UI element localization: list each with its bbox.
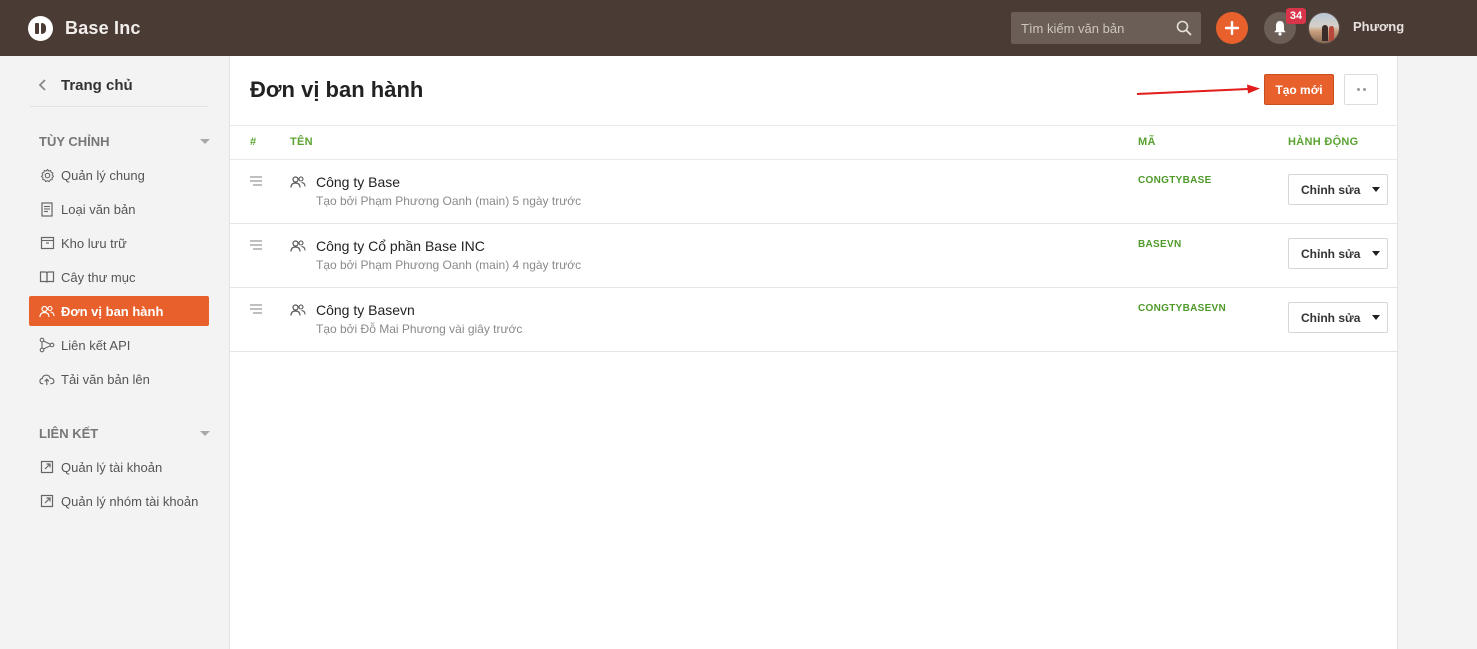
sidebar-item-label: Đơn vị ban hành xyxy=(61,303,164,319)
unit-code: CONGTYBASEVN xyxy=(1138,303,1227,314)
section-title: TÙY CHỈNH xyxy=(39,134,110,149)
main-panel: Đơn vị ban hành Tạo mới # TÊN MÃ HÀNH ĐỘ… xyxy=(230,56,1398,649)
edit-dropdown-button[interactable]: Chỉnh sửa xyxy=(1288,302,1388,333)
drag-handle-icon[interactable] xyxy=(249,304,263,314)
unit-meta: Tạo bởi Đỗ Mai Phương vài giây trước xyxy=(316,322,523,336)
avatar[interactable] xyxy=(1308,12,1340,44)
top-bar: Base Inc 34 Phương xyxy=(0,0,1477,56)
sidebar-item-label: Cây thư mục xyxy=(61,269,136,285)
search-box xyxy=(1011,12,1201,44)
document-icon xyxy=(39,201,55,217)
sidebar-item-label: Quản lý chung xyxy=(61,167,145,183)
unit-code: CONGTYBASE xyxy=(1138,175,1212,186)
sidebar-item-upload[interactable]: Tải văn bản lên xyxy=(29,364,209,394)
sidebar-item-manage-accounts[interactable]: Quản lý tài khoản xyxy=(29,452,209,482)
sidebar-item-label: Loại văn bản xyxy=(61,201,136,217)
brand-name: Base Inc xyxy=(65,17,141,38)
sidebar-item-label: Quản lý tài khoản xyxy=(61,459,163,475)
sidebar-item-label: Kho lưu trữ xyxy=(61,235,127,251)
drag-handle-icon[interactable] xyxy=(249,240,263,250)
plus-icon xyxy=(1225,21,1239,35)
caret-down-icon xyxy=(1372,187,1381,192)
users-icon xyxy=(290,176,306,188)
sidebar: Trang chủ TÙY CHỈNH Quản lý chung Loại v… xyxy=(0,56,230,649)
search-input[interactable] xyxy=(1011,20,1169,36)
create-new-button[interactable]: Tạo mới xyxy=(1264,74,1334,105)
external-link-icon xyxy=(39,459,55,475)
caret-down-icon xyxy=(200,139,210,144)
sidebar-item-label: Quản lý nhóm tài khoản xyxy=(61,493,199,509)
drag-handle-icon[interactable] xyxy=(249,176,263,186)
edit-label: Chỉnh sửa xyxy=(1301,182,1361,197)
unit-name[interactable]: Công ty Basevn xyxy=(316,302,415,318)
search-icon[interactable] xyxy=(1176,20,1192,36)
users-icon xyxy=(290,304,306,316)
unit-name[interactable]: Công ty Base xyxy=(316,174,400,190)
book-icon xyxy=(39,269,55,285)
unit-meta: Tạo bởi Phạm Phương Oanh (main) 5 ngày t… xyxy=(316,194,582,208)
sidebar-item-general-settings[interactable]: Quản lý chung xyxy=(29,160,209,190)
sidebar-item-archive[interactable]: Kho lưu trữ xyxy=(29,228,209,258)
edit-dropdown-button[interactable]: Chỉnh sửa xyxy=(1288,174,1388,205)
sidebar-item-api-link[interactable]: Liên kết API xyxy=(29,330,209,360)
more-dots-icon xyxy=(1356,88,1360,91)
edit-label: Chỉnh sửa xyxy=(1301,310,1361,325)
page-title: Đơn vị ban hành xyxy=(250,77,424,102)
base-logo-icon xyxy=(28,15,53,41)
user-name[interactable]: Phương xyxy=(1353,19,1404,34)
caret-down-icon xyxy=(200,431,210,436)
sidebar-item-label: Liên kết API xyxy=(61,337,131,353)
section-title: LIÊN KẾT xyxy=(39,426,99,441)
more-options-button[interactable] xyxy=(1344,74,1378,105)
table-row[interactable]: Công ty Base Tạo bởi Phạm Phương Oanh (m… xyxy=(230,160,1398,224)
section-customize[interactable]: TÙY CHỈNH xyxy=(39,134,211,149)
cloud-upload-icon xyxy=(39,371,55,387)
table-row[interactable]: Công ty Cổ phần Base INC Tạo bởi Phạm Ph… xyxy=(230,224,1398,288)
caret-down-icon xyxy=(1372,251,1381,256)
bell-icon xyxy=(1274,21,1286,36)
annotation-arrow xyxy=(1136,84,1260,95)
column-header-index: # xyxy=(250,136,257,148)
column-header-code[interactable]: MÃ xyxy=(1138,136,1156,148)
sidebar-item-document-types[interactable]: Loại văn bản xyxy=(29,194,209,224)
notification-badge: 34 xyxy=(1286,8,1306,24)
external-link-icon xyxy=(39,493,55,509)
back-to-home[interactable]: Trang chủ xyxy=(30,74,208,107)
users-icon xyxy=(290,240,306,252)
archive-icon xyxy=(39,235,55,251)
sidebar-item-issuing-units[interactable]: Đơn vị ban hành xyxy=(29,296,209,326)
gear-icon xyxy=(39,167,55,183)
edit-label: Chỉnh sửa xyxy=(1301,246,1361,261)
quick-add-button[interactable] xyxy=(1216,12,1248,44)
caret-down-icon xyxy=(1372,315,1381,320)
users-icon xyxy=(39,303,55,319)
unit-name[interactable]: Công ty Cổ phần Base INC xyxy=(316,238,485,254)
chevron-left-icon xyxy=(38,79,46,91)
table-header: # TÊN MÃ HÀNH ĐỘNG xyxy=(230,125,1398,160)
unit-meta: Tạo bởi Phạm Phương Oanh (main) 4 ngày t… xyxy=(316,258,582,272)
section-links[interactable]: LIÊN KẾT xyxy=(39,426,211,441)
edit-dropdown-button[interactable]: Chỉnh sửa xyxy=(1288,238,1388,269)
table-row[interactable]: Công ty Basevn Tạo bởi Đỗ Mai Phương vài… xyxy=(230,288,1398,352)
brand[interactable]: Base Inc xyxy=(28,15,141,41)
column-header-actions: HÀNH ĐỘNG xyxy=(1288,136,1359,148)
unit-code: BASEVN xyxy=(1138,239,1182,250)
api-link-icon xyxy=(39,337,55,353)
column-header-name[interactable]: TÊN xyxy=(290,136,313,148)
sidebar-item-label: Tải văn bản lên xyxy=(61,371,150,387)
sidebar-item-folder-tree[interactable]: Cây thư mục xyxy=(29,262,209,292)
sidebar-item-manage-account-groups[interactable]: Quản lý nhóm tài khoản xyxy=(29,486,209,516)
back-label: Trang chủ xyxy=(61,76,133,94)
